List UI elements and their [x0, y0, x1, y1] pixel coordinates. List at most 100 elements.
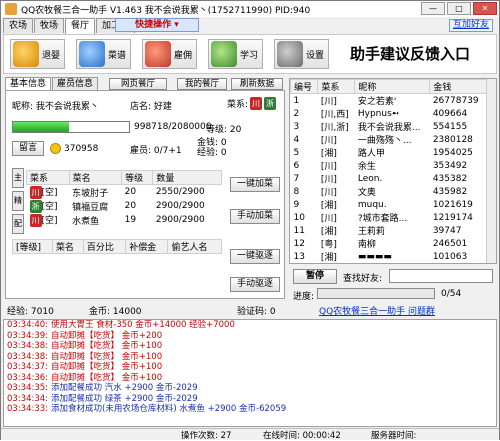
tab-basic-info[interactable]: 基本信息 [5, 77, 52, 90]
table-row[interactable]: 川 [空] 水煮鱼 19 2900/2900 [27, 213, 222, 227]
table-row[interactable]: 11 [湘] 王莉莉 39747 [291, 224, 487, 238]
dish-tag: [空] [41, 202, 58, 212]
friend-cuisine: [川] [320, 188, 337, 198]
table-row[interactable]: 2 [川,西] Hypnus➻ 409664 [291, 107, 487, 121]
table-row[interactable]: 5 [湘] 路人甲 1954025 [291, 146, 487, 160]
friends-scrollbar[interactable] [486, 79, 496, 263]
feedback-entry[interactable]: 助手建议反馈入口 [350, 43, 470, 64]
help-group-link[interactable]: QQ农牧餐三合一助手 问题群 [319, 304, 435, 317]
manual-add-dish-button[interactable]: 手动加菜 [230, 209, 280, 224]
add-friends-link[interactable]: 互加好友 [449, 19, 493, 32]
friend-money: 554155 [432, 121, 468, 132]
withdraw-label: 退婴 [42, 50, 61, 61]
side-tab-main[interactable]: 主 [12, 168, 24, 188]
table-row[interactable]: 1 [川] 安之若素' 26778739 [291, 94, 487, 108]
friends-table-header: 编号 菜系 昵称 金钱 [290, 79, 487, 94]
table-row[interactable]: 13 [湘] ▬▬▬▬ 101063 [291, 250, 487, 264]
dish-tag: [空] [41, 188, 58, 198]
cuisine-group: 菜系: 川 浙 [227, 97, 277, 110]
header-compensation: 补偿金 [125, 239, 169, 254]
table-row[interactable]: 6 [川] 余生 353492 [291, 159, 487, 173]
friend-id: 11 [293, 225, 305, 236]
quick-action-button[interactable]: 快捷操作 ▾ [115, 18, 199, 32]
friend-name: Leon. [357, 173, 383, 184]
friend-name: ▬▬▬▬ [357, 251, 392, 262]
minimize-button[interactable]: — [421, 2, 445, 15]
tab-restaurant[interactable]: 餐厅 [65, 18, 96, 34]
table-row[interactable]: 3 [川,浙] 我不会说我累... 554155 [291, 120, 487, 134]
app-icon [5, 3, 17, 15]
close-button[interactable]: ✕ [473, 2, 497, 15]
info-tabs: 基本信息 雇员信息 [5, 77, 99, 90]
auto-add-dish-button[interactable]: 一键加菜 [230, 177, 280, 192]
log-time: 03:34:36: [7, 372, 49, 383]
log-line: 03:34:38: 自动卸摊【吃货】 金币+100 [4, 352, 496, 363]
log-time: 03:34:38: [7, 351, 49, 362]
search-friend-input[interactable] [389, 269, 493, 283]
exp-stat: 经验: 7010 [7, 307, 54, 317]
friend-money: 1021619 [432, 199, 473, 210]
thief-table: [等级] 菜名 百分比 补偿金 偷艺人名 [12, 239, 222, 254]
friend-money: 1954025 [432, 147, 473, 158]
table-row[interactable]: 川 [空] 东坡肘子 20 2550/2900 [27, 185, 222, 199]
level: 等级: 20 [206, 125, 242, 135]
pause-button[interactable]: 暂停 [293, 269, 337, 284]
table-row[interactable]: 9 [湘] muqu. 1021619 [291, 198, 487, 212]
table-row[interactable]: 7 [川] Leon. 435382 [291, 172, 487, 186]
maximize-button[interactable]: □ [447, 2, 471, 15]
friend-money: 39747 [432, 225, 462, 236]
my-restaurant-button[interactable]: 我的餐厅 [177, 78, 227, 90]
progress-label: 进度: [293, 292, 315, 302]
log-message: 添加配餐成功 绿茶 +2900 金币-2029 [51, 393, 198, 404]
table-row[interactable]: 12 [粤] 南柳 246501 [291, 237, 487, 251]
cuisine-badge: 川 [29, 214, 42, 227]
friend-cuisine: [川] [320, 97, 337, 107]
leave-message-button[interactable]: 留言 [12, 141, 44, 156]
table-row[interactable]: 浙 [空] 镇福豆腐 20 2900/2900 [27, 199, 222, 213]
hire-button[interactable]: 雇佣 [142, 39, 198, 69]
learn-button[interactable]: 学习 [208, 39, 264, 69]
refresh-data-button[interactable]: 刷新数据 [231, 78, 283, 90]
exp-progress-fill [13, 122, 69, 132]
friends-panel: 编号 菜系 昵称 金钱 1 [川] 安之若素' 26778739 2 [川,西] Hypnu… [289, 78, 497, 264]
online-time: 在线时间: 00:00:42 [263, 431, 341, 441]
manual-expel-button[interactable]: 手动驱逐 [230, 277, 280, 292]
log-time: 03:34:39: [7, 330, 49, 341]
recipe-button[interactable]: 菜谱 [76, 39, 132, 69]
friend-name: Hypnus➻ [357, 108, 400, 119]
web-restaurant-button[interactable]: 网页餐厅 [109, 78, 167, 90]
friend-name: muqu. [357, 199, 387, 210]
friend-name: 余生 [357, 162, 376, 172]
dish-level: 20 [124, 187, 137, 197]
withdraw-button[interactable]: 退婴 [10, 39, 66, 69]
side-tab-side[interactable]: 配 [12, 214, 24, 234]
friend-money: 1219174 [432, 212, 473, 223]
learn-label: 学习 [240, 50, 259, 61]
log-time: 03:34:34: [7, 393, 49, 404]
log-message: 自动卸摊【吃货】 金币+100 [51, 351, 163, 362]
log-line: 03:34:37: 自动卸摊【吃货】 金币+100 [4, 362, 496, 373]
tab-ranch[interactable]: 牧场 [34, 18, 65, 33]
table-row[interactable]: 8 [川] 文奥 435982 [291, 185, 487, 199]
log-time: 03:34:37: [7, 362, 49, 372]
coin-display: 370958 [50, 143, 98, 154]
table-row[interactable]: 4 [川] 一曲殇殇丶... 2380128 [291, 133, 487, 147]
settings-button[interactable]: 设置 [274, 39, 330, 69]
title-bar: QQ农牧餐三合一助手 V1.463 我不会说我累丶(1752711990) PI… [1, 1, 499, 17]
auto-expel-button[interactable]: 一键驱逐 [230, 249, 280, 264]
hire-icon [145, 41, 171, 67]
side-tab-fine[interactable]: 精 [12, 191, 24, 211]
log-message: 自动卸摊【吃货】 金币+100 [51, 341, 163, 351]
dish-qty: 2900/2900 [155, 215, 205, 225]
tab-farm[interactable]: 农场 [3, 18, 34, 33]
store-name: 店名: 好建 [130, 102, 172, 112]
friend-id: 5 [293, 147, 300, 158]
dish-qty: 2900/2900 [155, 201, 205, 211]
friend-cuisine: [川] [320, 175, 337, 185]
tab-employee-info[interactable]: 雇员信息 [52, 77, 99, 90]
verify-code-stat: 验证码: 0 [237, 307, 276, 317]
friend-cuisine: [湘] [320, 201, 337, 211]
log-message: 添加配餐成功 汽水 +2900 金币-2029 [51, 383, 198, 393]
friends-table: 编号 菜系 昵称 金钱 1 [川] 安之若素' 26778739 2 [川,西] Hypnu… [290, 79, 487, 263]
table-row[interactable]: 10 [川] ?城市套路... 1219174 [291, 211, 487, 225]
